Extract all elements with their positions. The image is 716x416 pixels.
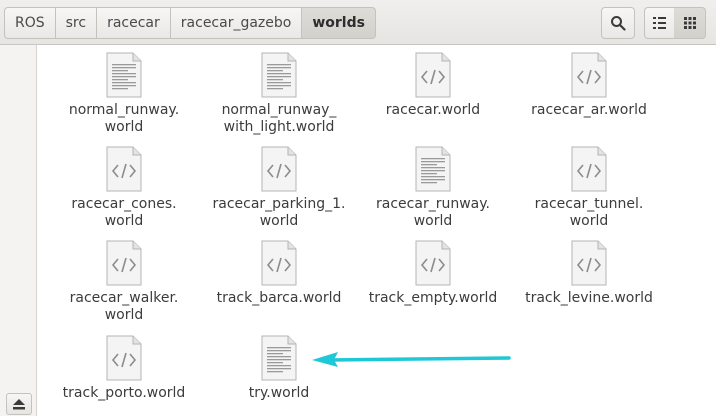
annotation-arrow (312, 352, 511, 367)
